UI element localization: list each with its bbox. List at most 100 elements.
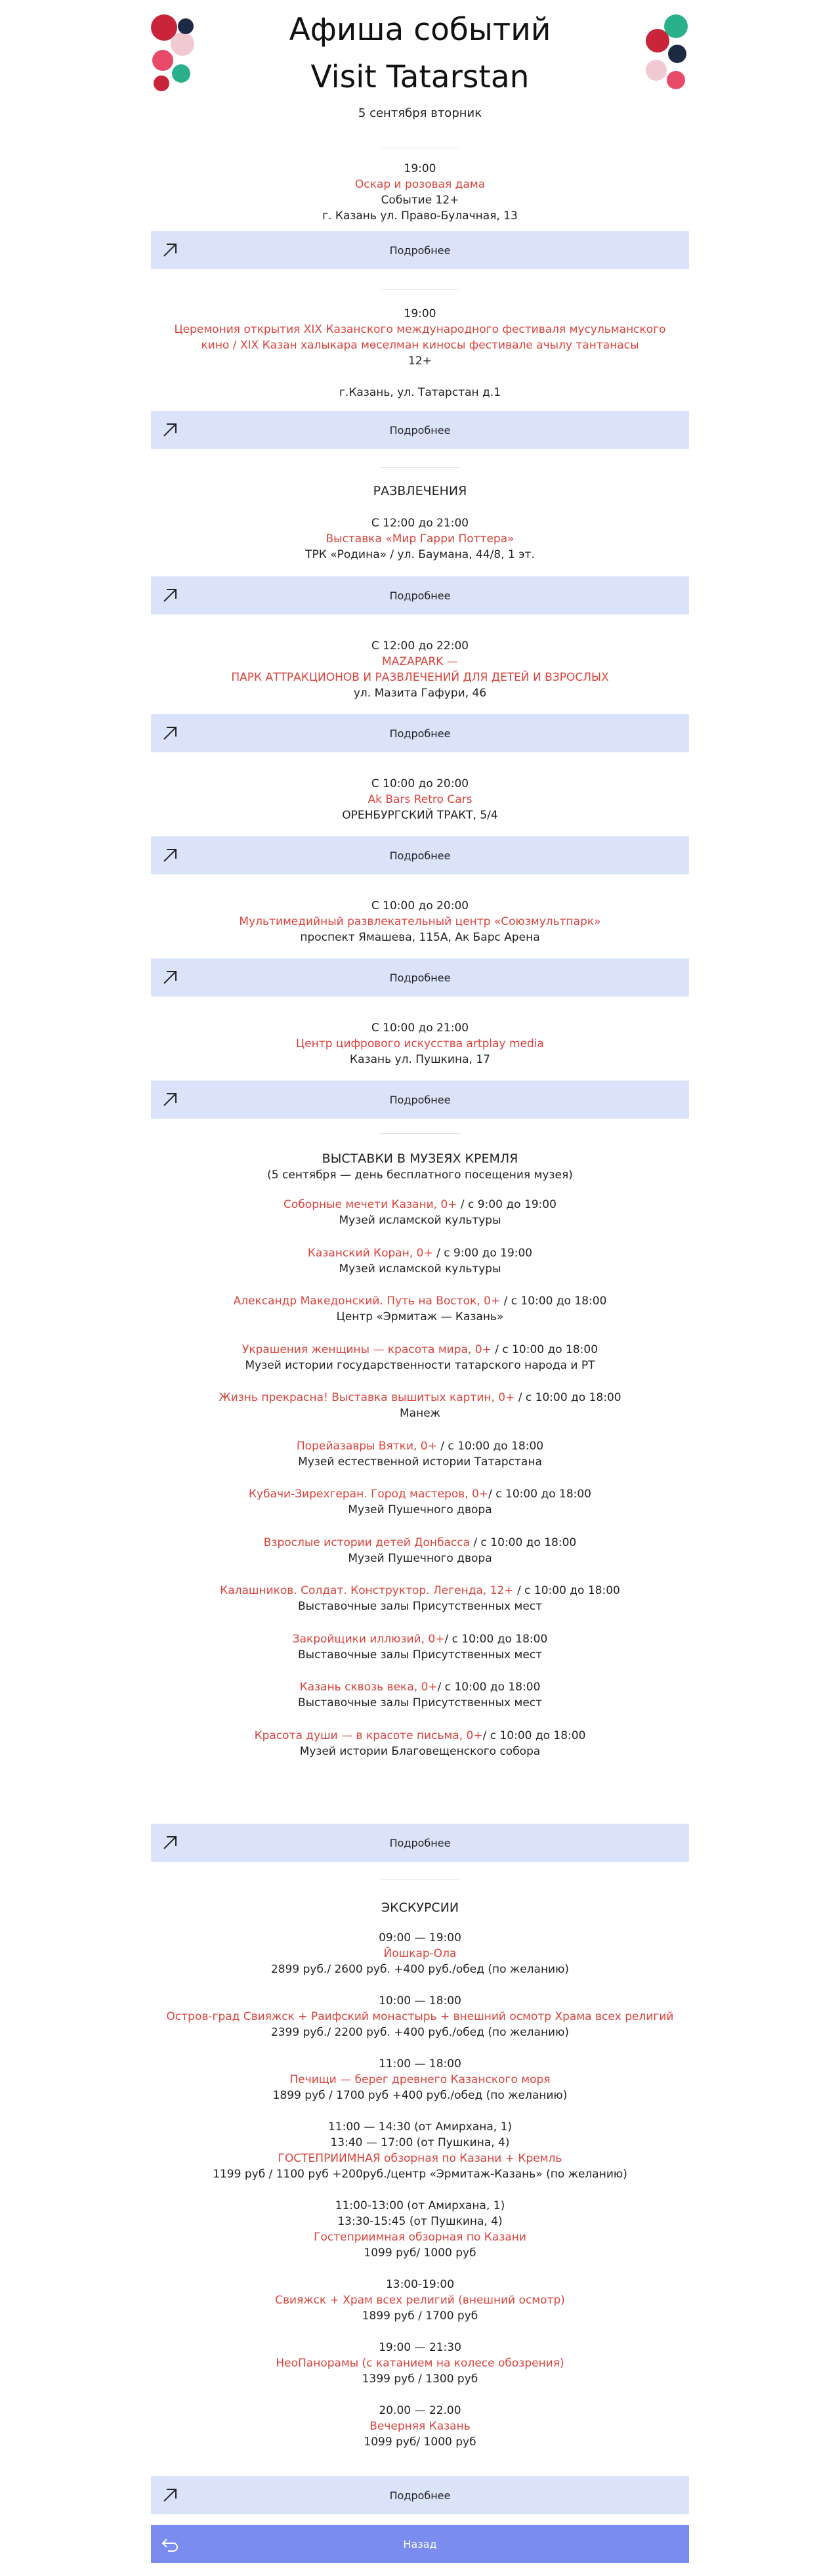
event-name[interactable]: кино / XIX Казан халыкара мөселман кинос… bbox=[151, 337, 689, 353]
museum-exhibition-name[interactable]: Порейазавры Вятки, 0+ bbox=[297, 1440, 437, 1453]
museum-place: Манеж bbox=[400, 1407, 440, 1420]
museum-exhibition-name[interactable]: Калашников. Солдат. Конструктор. Легенда… bbox=[220, 1584, 513, 1597]
entertainment-item: С 10:00 до 21:00 Центр цифрового искусст… bbox=[296, 1021, 544, 1066]
excursion-name[interactable]: Свияжск + Храм всех религий (внешний осм… bbox=[151, 2292, 689, 2308]
page-title-line1: Афиша событий bbox=[289, 12, 551, 48]
museum-exhibition-name[interactable]: Казанский Коран, 0+ bbox=[308, 1247, 433, 1260]
museum-item: Казанский Коран, 0+ / с 9:00 до 19:00 Муз… bbox=[151, 1245, 689, 1294]
museum-place: Выставочные залы Присутственных мест bbox=[297, 1696, 543, 1709]
museum-place: Музей Пушечного двора bbox=[348, 1503, 492, 1516]
event-name[interactable]: Оскар и розовая дама bbox=[151, 177, 689, 192]
excursion-time: 10:00 — 18:00 bbox=[379, 1994, 461, 2007]
more-button[interactable]: Подробнее bbox=[151, 411, 689, 449]
excursion-price: 1099 руб/ 1000 руб bbox=[364, 2436, 476, 2449]
excursion-name[interactable]: Гостеприимная обзорная по Казани bbox=[151, 2229, 689, 2245]
museum-exhibition-name[interactable]: Красота души — в красоте письма, 0+ bbox=[255, 1729, 483, 1742]
arrow-up-right-icon bbox=[163, 727, 177, 740]
excursion-price: 1199 руб / 1100 руб +200руб./центр «Эрми… bbox=[213, 2168, 627, 2181]
excursion-name[interactable]: Йошкар-Ола bbox=[151, 1946, 689, 1962]
event-card: 19:00 Церемония открытия XIX Казанского … bbox=[151, 306, 689, 400]
excursion-name[interactable]: Вечерняя Казань bbox=[151, 2418, 689, 2434]
entertainment-item: С 10:00 до 20:00 Ak Bars Retro Cars ОРЕН… bbox=[342, 777, 498, 822]
museum-exhibition-time: / с 10:00 до 18:00 bbox=[488, 1488, 591, 1501]
excursion-price: 1899 руб / 1700 руб bbox=[362, 2309, 478, 2323]
arrow-up-right-icon bbox=[163, 2489, 177, 2502]
arrow-up-right-icon bbox=[163, 423, 177, 437]
museum-exhibition-name[interactable]: Взрослые истории детей Донбасса bbox=[264, 1536, 470, 1549]
museum-exhibition-time: / с 10:00 до 18:00 bbox=[437, 1681, 541, 1694]
excursion-time: 19:00 — 21:30 bbox=[379, 2341, 461, 2354]
museum-exhibition-time: / с 10:00 до 18:00 bbox=[482, 1728, 586, 1742]
museum-place: Музей Пушечного двора bbox=[348, 1551, 492, 1565]
excursion-item: 11:00 — 14:30 (от Амирхана, 1) 13:40 — 17… bbox=[151, 2119, 689, 2182]
more-button[interactable]: Подробнее bbox=[151, 231, 689, 269]
museum-list: Соборные мечети Казани, 0+ / с 9:00 до 1… bbox=[151, 1197, 689, 1776]
museum-exhibition-time: / с 10:00 до 18:00 bbox=[514, 1391, 621, 1404]
museum-exhibition-time: / с 10:00 до 18:00 bbox=[513, 1584, 620, 1597]
museum-item: Взрослые истории детей Донбасса / с 10:0… bbox=[151, 1535, 689, 1583]
museum-item: Казань сквозь века, 0+/ с 10:00 до 18:00… bbox=[151, 1679, 689, 1728]
section-heading-excursions: ЭКСКУРСИИ bbox=[381, 1900, 459, 1915]
more-button[interactable]: Подробнее bbox=[151, 836, 689, 874]
more-button[interactable]: Подробнее bbox=[151, 2476, 689, 2514]
excursion-time: 11:00-13:00 (от Амирхана, 1) bbox=[335, 2199, 505, 2212]
entertainment-item: С 10:00 до 20:00 Мультимедийный развлека… bbox=[239, 899, 601, 944]
excursion-name[interactable]: ГОСТЕПРИИМНАЯ обзорная по Казани + Кремл… bbox=[151, 2151, 689, 2166]
museum-exhibition-time: / с 10:00 до 18:00 bbox=[491, 1342, 598, 1356]
excursion-item: 11:00-13:00 (от Амирхана, 1) 13:30-15:45 … bbox=[151, 2198, 689, 2261]
arrow-up-right-icon bbox=[163, 849, 177, 862]
excursion-time: 13:40 — 17:00 (от Пушкина, 4) bbox=[330, 2136, 510, 2149]
event-info: 12+ bbox=[408, 354, 432, 368]
excursion-time: 13:00-19:00 bbox=[385, 2278, 455, 2291]
museum-exhibition-name[interactable]: Казань сквозь века, 0+ bbox=[300, 1681, 438, 1694]
event-card: 19:00 Оскар и розовая дама Событие 12+ г… bbox=[151, 161, 689, 224]
museum-place: Музей исламской культуры bbox=[339, 1262, 501, 1276]
excursion-time: 20.00 — 22.00 bbox=[379, 2404, 461, 2417]
excursion-name[interactable]: НеоПанорамы (с катанием на колесе обозре… bbox=[151, 2355, 689, 2371]
page-date: 5 сентября вторник bbox=[358, 106, 482, 120]
more-button[interactable]: Подробнее bbox=[151, 714, 689, 752]
divider bbox=[381, 289, 459, 290]
museum-exhibition-time: / с 10:00 до 18:00 bbox=[469, 1535, 577, 1549]
excursion-price: 1399 руб / 1300 руб bbox=[362, 2372, 478, 2386]
excursion-name[interactable]: Печищи — берег древнего Казанского моря bbox=[151, 2072, 689, 2088]
museum-place: Музей естественной истории Татарстана bbox=[298, 1455, 542, 1469]
museum-place: Выставочные залы Присутственных мест bbox=[297, 1600, 543, 1613]
museum-exhibition-name[interactable]: Кубачи-Зирехгеран. Город мастеров, 0+ bbox=[249, 1488, 488, 1501]
museum-item: Кубачи-Зирехгеран. Город мастеров, 0+/ с… bbox=[151, 1486, 689, 1535]
arrow-up-right-icon bbox=[163, 971, 177, 984]
event-place: г.Казань, ул. Татарстан д.1 bbox=[339, 386, 501, 399]
excursion-price: 2399 руб./ 2200 руб. +400 руб./обед (по … bbox=[270, 2026, 570, 2039]
museum-place: Музей истории государственности татарско… bbox=[245, 1358, 595, 1372]
museum-item: Соборные мечети Казани, 0+ / с 9:00 до 1… bbox=[151, 1197, 689, 1245]
more-button[interactable]: Подробнее bbox=[151, 1824, 689, 1862]
museum-place: Музей исламской культуры bbox=[339, 1214, 501, 1227]
museum-exhibition-name[interactable]: Закройщики иллюзий, 0+ bbox=[293, 1633, 445, 1646]
museum-exhibition-name[interactable]: Соборные мечети Казани, 0+ bbox=[284, 1198, 457, 1211]
museum-exhibition-name[interactable]: Жизнь прекрасна! Выставка вышитых картин… bbox=[219, 1391, 514, 1404]
more-button[interactable]: Подробнее bbox=[151, 576, 689, 614]
more-button[interactable]: Подробнее bbox=[151, 1081, 689, 1119]
more-button[interactable]: Подробнее bbox=[151, 958, 689, 997]
excursion-item: 20.00 — 22.00 Вечерняя Казань 1099 руб/ 10… bbox=[151, 2403, 689, 2450]
museum-item: Красота души — в красоте письма, 0+/ с 1… bbox=[151, 1728, 689, 1776]
museum-place: Центр «Эрмитаж — Казань» bbox=[336, 1310, 504, 1323]
section-heading-entertainment: РАЗВЛЕЧЕНИЯ bbox=[373, 484, 467, 498]
museum-exhibition-time: / с 9:00 до 19:00 bbox=[457, 1198, 556, 1211]
museum-item: Александр Македонский. Путь на Восток, 0… bbox=[151, 1293, 689, 1342]
museum-exhibition-name[interactable]: Александр Македонский. Путь на Восток, 0… bbox=[234, 1295, 501, 1308]
event-name[interactable]: Церемония открытия XIX Казанского междун… bbox=[151, 322, 689, 337]
museums-section: ВЫСТАВКИ В МУЗЕЯХ КРЕМЛЯ (5 сентября — д… bbox=[151, 1150, 689, 1183]
page-title-line2: Visit Tatarstan bbox=[310, 59, 530, 95]
excursion-time: 11:00 — 18:00 bbox=[379, 2057, 461, 2071]
museum-item: Жизнь прекрасна! Выставка вышитых картин… bbox=[151, 1390, 689, 1438]
entertainment-item: С 12:00 до 21:00 Выставка «Мир Гарри Пот… bbox=[305, 517, 535, 561]
excursion-name[interactable]: Остров-град Свияжск + Раифский монастырь… bbox=[151, 2009, 689, 2025]
arrow-up-right-icon bbox=[163, 589, 177, 602]
excursion-time: 09:00 — 19:00 bbox=[379, 1931, 461, 1944]
back-button[interactable]: Назад bbox=[151, 2525, 689, 2563]
museum-exhibition-name[interactable]: Украшения женщины — красота мира, 0+ bbox=[242, 1343, 492, 1356]
divider bbox=[381, 467, 459, 468]
event-info: Событие 12+ bbox=[381, 194, 459, 207]
page: Афиша событий Visit Tatarstan 5 сентября… bbox=[0, 0, 840, 2576]
